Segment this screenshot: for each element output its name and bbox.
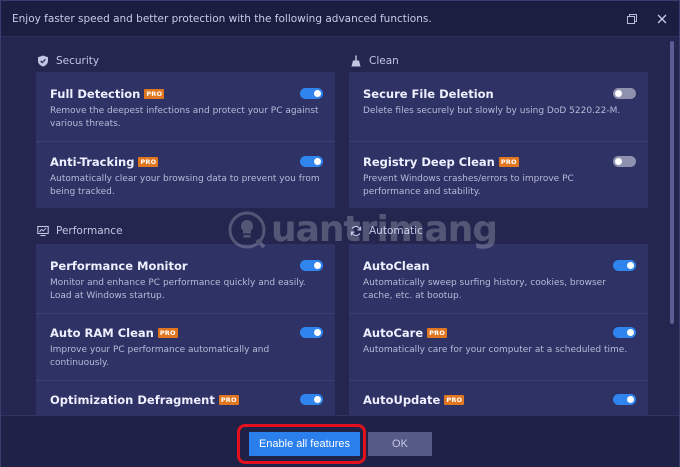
anti-tracking-toggle[interactable] bbox=[300, 156, 323, 167]
clean-section-title: Clean bbox=[350, 55, 399, 67]
performance-monitor-toggle[interactable] bbox=[300, 260, 323, 271]
feature-description: Remove the deepest infections and protec… bbox=[50, 106, 319, 129]
panel-divider bbox=[36, 141, 335, 142]
feature-description: Automatically sweep surfing history, coo… bbox=[363, 278, 606, 301]
feature-autocare: AutoCare PRO Automatically care for your… bbox=[363, 325, 636, 357]
feature-name: Secure File Deletion bbox=[363, 87, 494, 101]
feature-description: Automatically care for your computer at … bbox=[363, 345, 628, 355]
pro-badge: PRO bbox=[444, 395, 465, 405]
dialog-title: Enjoy faster speed and better protection… bbox=[12, 12, 432, 25]
clean-panel: Secure File Deletion Delete files secure… bbox=[349, 72, 648, 208]
panel-divider bbox=[36, 313, 335, 314]
enable-all-features-button[interactable]: Enable all features bbox=[249, 432, 360, 456]
feature-name: AutoCare bbox=[363, 326, 424, 340]
feature-description: Automatically clear your browsing data t… bbox=[50, 174, 320, 197]
restore-window-button[interactable] bbox=[619, 7, 645, 31]
optimization-defragment-toggle[interactable] bbox=[300, 394, 323, 405]
autoupdate-toggle[interactable] bbox=[613, 394, 636, 405]
close-icon bbox=[657, 14, 667, 23]
security-panel: Full Detection PRO Remove the deepest in… bbox=[36, 72, 335, 208]
automatic-panel: AutoClean Automatically sweep surfing hi… bbox=[349, 244, 648, 415]
broom-icon bbox=[351, 55, 361, 67]
pro-badge: PRO bbox=[218, 395, 239, 405]
dialog-footer: Enable all features OK bbox=[1, 415, 679, 467]
close-button[interactable] bbox=[649, 7, 675, 31]
feature-name: Registry Deep Clean bbox=[363, 155, 495, 169]
feature-name: Auto RAM Clean bbox=[50, 326, 154, 340]
panel-divider bbox=[349, 380, 648, 381]
panel-divider bbox=[349, 313, 648, 314]
feature-description: Delete files securely but slowly by usin… bbox=[363, 106, 621, 116]
shield-icon bbox=[38, 55, 48, 67]
pro-badge: PRO bbox=[498, 157, 519, 167]
automatic-section-title: Automatic bbox=[350, 225, 423, 237]
feature-description: Prevent Windows crashes/errors to improv… bbox=[363, 174, 574, 197]
feature-optimization-defragment: Optimization Defragment PRO bbox=[50, 392, 323, 408]
feature-autoclean: AutoClean Automatically sweep surfing hi… bbox=[363, 258, 636, 303]
features-content: Security Full Detection PRO Remove the d… bbox=[9, 38, 673, 415]
registry-deep-clean-toggle[interactable] bbox=[613, 156, 636, 167]
restore-icon bbox=[627, 13, 637, 24]
monitor-icon bbox=[37, 225, 49, 237]
performance-title-label: Performance bbox=[56, 225, 123, 237]
pro-badge: PRO bbox=[157, 328, 178, 338]
feature-name: AutoClean bbox=[363, 259, 430, 273]
secure-file-deletion-toggle[interactable] bbox=[613, 88, 636, 99]
feature-description: Improve your PC performance automaticall… bbox=[50, 345, 270, 368]
feature-anti-tracking: Anti-Tracking PRO Automatically clear yo… bbox=[50, 154, 323, 199]
clean-title-label: Clean bbox=[369, 55, 399, 67]
panel-divider bbox=[36, 380, 335, 381]
panel-divider bbox=[349, 141, 648, 142]
feature-name: AutoUpdate bbox=[363, 393, 441, 407]
feature-full-detection: Full Detection PRO Remove the deepest in… bbox=[50, 86, 323, 131]
feature-description: Monitor and enhance PC performance quick… bbox=[50, 278, 306, 301]
feature-name: Optimization Defragment bbox=[50, 393, 215, 407]
performance-section-title: Performance bbox=[37, 225, 123, 237]
feature-name: Full Detection bbox=[50, 87, 141, 101]
feature-secure-file-deletion: Secure File Deletion Delete files secure… bbox=[363, 86, 636, 118]
pro-badge: PRO bbox=[427, 328, 448, 338]
feature-name: Performance Monitor bbox=[50, 259, 188, 273]
autocare-toggle[interactable] bbox=[613, 327, 636, 338]
pro-badge: PRO bbox=[144, 89, 165, 99]
pro-badge: PRO bbox=[138, 157, 159, 167]
ok-button[interactable]: OK bbox=[368, 432, 432, 456]
refresh-icon bbox=[350, 225, 362, 237]
security-section-title: Security bbox=[37, 55, 99, 67]
full-detection-toggle[interactable] bbox=[300, 88, 323, 99]
auto-ram-clean-toggle[interactable] bbox=[300, 327, 323, 338]
feature-registry-deep-clean: Registry Deep Clean PRO Prevent Windows … bbox=[363, 154, 636, 199]
autoclean-toggle[interactable] bbox=[613, 260, 636, 271]
title-bar: Enjoy faster speed and better protection… bbox=[1, 1, 679, 37]
advanced-functions-dialog: Enjoy faster speed and better protection… bbox=[0, 0, 680, 467]
automatic-title-label: Automatic bbox=[369, 225, 423, 237]
feature-autoupdate: AutoUpdate PRO bbox=[363, 392, 636, 408]
performance-panel: Performance Monitor Monitor and enhance … bbox=[36, 244, 335, 415]
feature-name: Anti-Tracking bbox=[50, 155, 135, 169]
feature-performance-monitor: Performance Monitor Monitor and enhance … bbox=[50, 258, 323, 303]
security-title-label: Security bbox=[56, 55, 100, 67]
feature-auto-ram-clean: Auto RAM Clean PRO Improve your PC perfo… bbox=[50, 325, 323, 370]
